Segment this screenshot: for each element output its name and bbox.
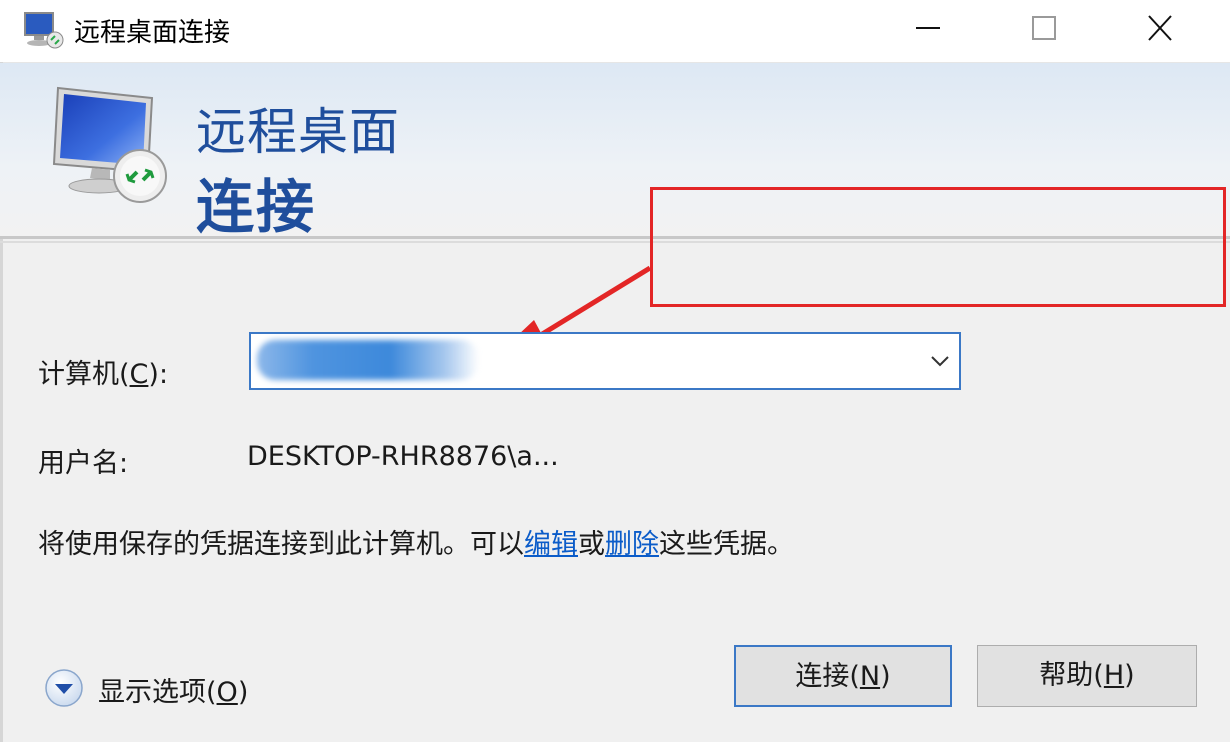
computer-label: 计算机(C):: [38, 359, 169, 390]
username-value: DESKTOP-RHR8876\a...: [247, 441, 559, 472]
username-label: 用户名:: [38, 448, 129, 479]
credentials-info: 将使用保存的凭据连接到此计算机。可以编辑或删除这些凭据。: [38, 529, 794, 560]
computer-combobox[interactable]: [249, 332, 961, 390]
help-button[interactable]: 帮助(H): [977, 645, 1197, 707]
connect-button[interactable]: 连接(N): [734, 645, 952, 707]
monitor-connection-icon: [52, 86, 167, 203]
edit-credentials-link[interactable]: 编辑: [524, 529, 578, 560]
delete-credentials-link[interactable]: 删除: [605, 529, 659, 560]
banner-title-line2: 连接: [196, 173, 317, 241]
expand-down-icon[interactable]: [44, 668, 84, 708]
minimize-button[interactable]: [906, 8, 950, 48]
computer-value-redacted: [257, 340, 479, 380]
show-options-label[interactable]: 显示选项(O): [98, 670, 248, 709]
maximize-button[interactable]: [1022, 8, 1066, 48]
annotation-highlight-box: [650, 187, 1226, 307]
chevron-down-icon[interactable]: [927, 348, 953, 374]
title-bar: 远程桌面连接: [0, 0, 1230, 63]
window-title: 远程桌面连接: [74, 18, 231, 48]
banner-title-line1: 远程桌面: [196, 103, 400, 161]
close-button[interactable]: [1138, 8, 1182, 48]
remote-desktop-app-icon: [24, 12, 64, 49]
